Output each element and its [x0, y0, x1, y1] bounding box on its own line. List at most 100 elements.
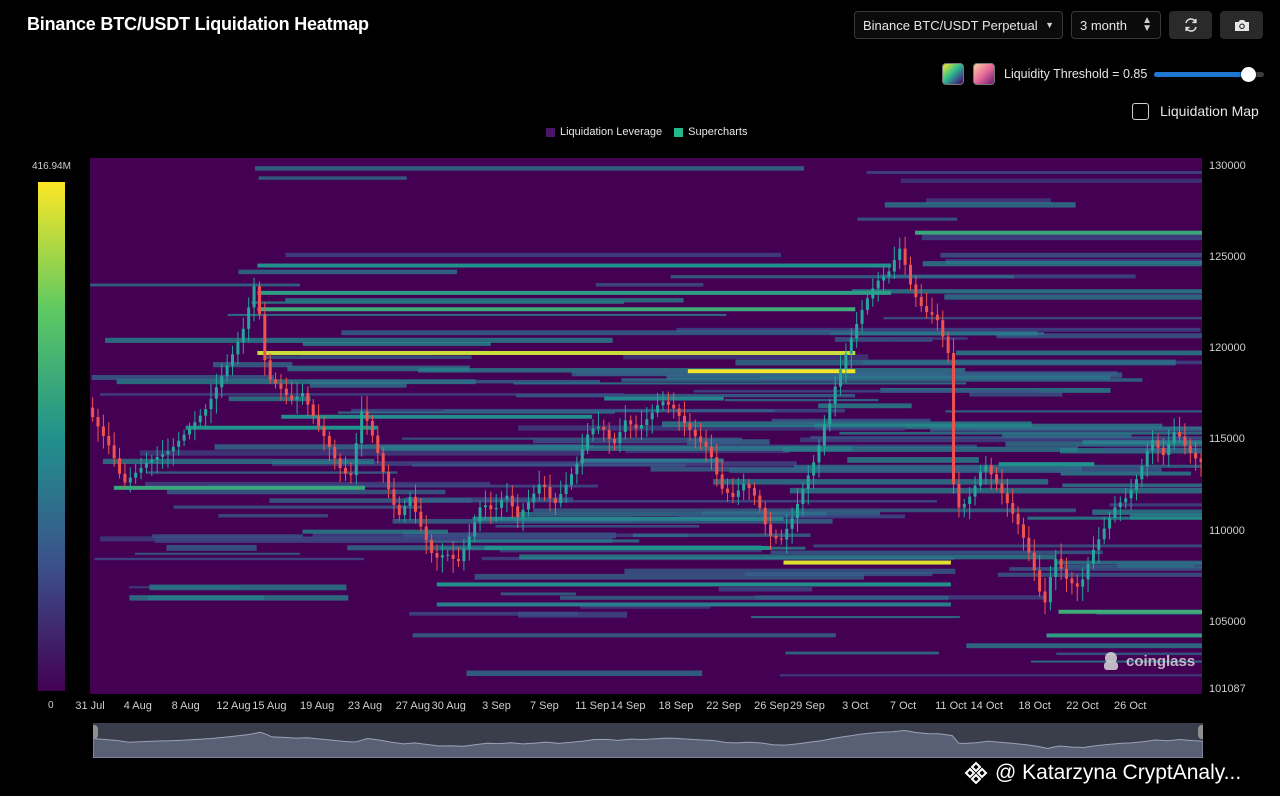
candle-body	[683, 415, 687, 424]
x-tick-label: 26 Oct	[1114, 700, 1147, 712]
x-tick-label: 31 Jul	[75, 700, 105, 712]
x-tick-label: 18 Oct	[1018, 700, 1051, 712]
heatmap-cell	[1092, 509, 1202, 515]
candle-body	[451, 554, 455, 559]
x-tick-label: 11 Sep	[575, 700, 610, 712]
candle-body	[1070, 578, 1074, 584]
heatmap-cell	[1002, 433, 1132, 438]
candle-body	[1113, 507, 1117, 518]
y-tick-label: 120000	[1209, 342, 1246, 355]
heatmap-cell	[227, 313, 727, 317]
heatmap-cell	[519, 554, 1057, 560]
heatmap-cell	[785, 651, 939, 655]
candle-body	[236, 342, 240, 355]
candle-body	[553, 498, 557, 504]
candle-body	[123, 473, 127, 483]
candle-body	[801, 489, 805, 504]
heatmap-cell	[285, 252, 782, 258]
candle-body	[1000, 483, 1004, 494]
heatmap-cell	[500, 592, 576, 596]
candle-body	[500, 499, 504, 508]
heatmap-cell	[166, 544, 257, 551]
candle-body	[1151, 440, 1155, 451]
slider-knob[interactable]	[1240, 67, 1256, 82]
range-select[interactable]: 3 month ▲ ▼	[1071, 11, 1161, 39]
green-palette-swatch[interactable]	[942, 63, 964, 85]
navigator-left-handle[interactable]	[93, 725, 98, 739]
candle-body	[290, 395, 294, 400]
candle-body	[1129, 489, 1133, 499]
candle-body	[306, 393, 310, 405]
liquidation-band	[604, 396, 724, 401]
candle-body	[1156, 440, 1160, 448]
candle-body	[473, 522, 477, 537]
candle-body	[1199, 458, 1202, 463]
liquidity-threshold-slider[interactable]	[1154, 67, 1264, 82]
camera-icon	[1234, 20, 1249, 31]
candle-body	[1102, 528, 1106, 540]
candle-body	[220, 376, 224, 388]
candle-body	[688, 423, 692, 430]
candle-body	[344, 467, 348, 474]
liquidation-map-checkbox[interactable]	[1132, 103, 1149, 120]
candle-body	[376, 435, 380, 454]
candle-body	[903, 248, 907, 265]
liquidation-heatmap[interactable]	[90, 158, 1202, 694]
candle-body	[268, 360, 272, 380]
heatmap-cell	[380, 446, 853, 451]
heatmap-cell	[341, 330, 855, 336]
candle-body	[634, 424, 638, 429]
navigator-right-handle[interactable]	[1198, 725, 1203, 739]
x-tick-label: 7 Oct	[889, 700, 917, 712]
x-tick-label: 18 Sep	[658, 700, 694, 712]
candle-body	[1172, 432, 1176, 444]
heatmap-cell	[409, 611, 579, 616]
screenshot-button[interactable]	[1220, 11, 1263, 39]
candle-body	[354, 443, 358, 476]
candle-body	[752, 488, 756, 496]
candle-body	[96, 417, 100, 427]
candle-body	[161, 454, 165, 457]
candle-body	[726, 488, 730, 493]
candle-body	[693, 429, 697, 437]
candle-body	[607, 429, 611, 439]
candle-body	[908, 264, 912, 285]
heatmap-cell	[770, 550, 1103, 555]
liquidation-band	[113, 485, 366, 490]
color-scale-min: 0	[48, 700, 54, 711]
candle-body	[865, 298, 869, 310]
y-tick-label: 125000	[1209, 251, 1246, 264]
candle-body	[543, 484, 547, 487]
candle-body	[946, 336, 950, 353]
heatmap-cell	[779, 674, 1202, 677]
heatmap-cell	[102, 458, 375, 465]
pink-palette-swatch[interactable]	[973, 63, 995, 85]
candle-body	[1032, 552, 1036, 571]
heatmap-cell	[724, 398, 879, 402]
candle-body	[564, 484, 568, 495]
legend-swatch-supercharts	[674, 127, 684, 137]
liquidation-band	[783, 560, 951, 565]
candle-body	[1108, 517, 1112, 529]
candle-body	[403, 505, 407, 515]
pair-select[interactable]: Binance BTC/USDT Perpetual ▼	[854, 11, 1063, 39]
refresh-button[interactable]	[1169, 11, 1212, 39]
candle-body	[370, 420, 374, 436]
candle-body	[613, 438, 617, 444]
x-tick-label: 29 Sep	[789, 700, 825, 712]
legend-label-supercharts[interactable]: Supercharts	[688, 126, 747, 138]
heatmap-cell	[129, 595, 349, 601]
heatmap-cell	[532, 439, 741, 444]
legend-label-leverage[interactable]: Liquidation Leverage	[560, 126, 662, 138]
candle-body	[849, 338, 853, 354]
candle-body	[1188, 445, 1192, 453]
slider-fill	[1154, 72, 1248, 77]
candle-body	[526, 502, 530, 510]
time-navigator[interactable]	[93, 723, 1203, 758]
heatmap-cell	[884, 202, 1076, 208]
heatmap-cell	[813, 544, 1202, 548]
liquidation-band	[915, 230, 1202, 235]
liquidation-band	[436, 602, 951, 607]
heatmap-cell	[718, 587, 813, 592]
candle-body	[1081, 579, 1085, 587]
